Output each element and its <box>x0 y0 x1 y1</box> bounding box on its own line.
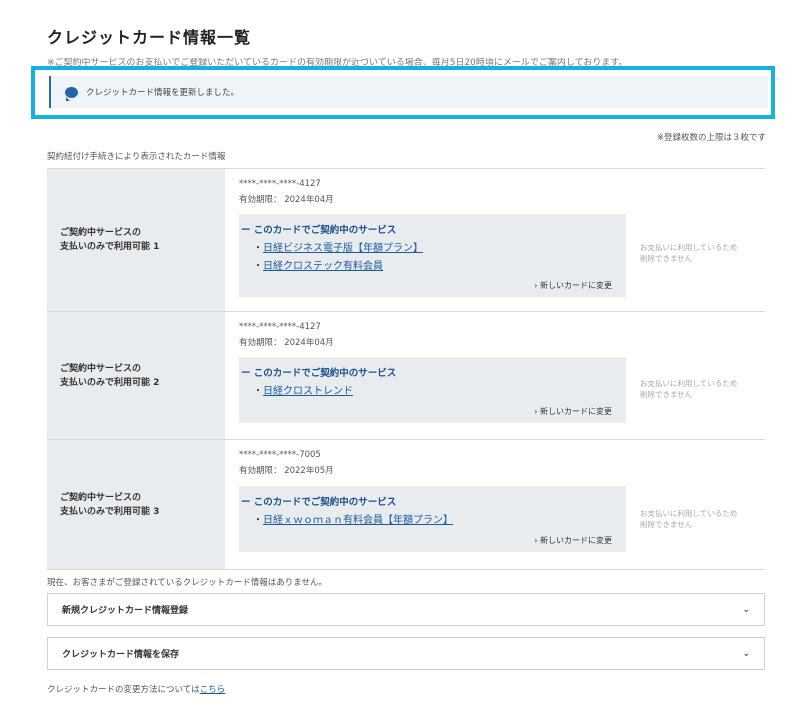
card-row: ご契約中サービスの 支払いのみで利用可能 1 ****-****-****-41… <box>47 169 765 312</box>
cannot-delete-line2: 削除できません <box>640 390 693 399</box>
cannot-delete-line2: 削除できません <box>640 520 693 529</box>
footer-text: クレジットカードの変更方法については <box>47 685 200 695</box>
page-title: クレジットカード情報一覧 <box>47 28 252 47</box>
accordion-label: 新規クレジットカード情報登録 <box>62 606 189 616</box>
cannot-delete-note: お支払いに利用しているため 削除できません <box>640 378 737 400</box>
cannot-delete-note: お支払いに利用しているため 削除できません <box>640 242 737 264</box>
card-number: ****-****-****-7005 <box>239 450 321 460</box>
cannot-delete-note: お支払いに利用しているため 削除できません <box>640 508 737 530</box>
service-list: ・日経ビジネス電子版【年額プラン】 ・日経クロステック有料会員 <box>239 240 626 276</box>
change-card-link[interactable]: › 新しいカードに変更 <box>534 535 612 546</box>
card-limit-note: ※登録枚数の上限は３枚です <box>656 133 766 143</box>
card-row-header-line2: 支払いのみで利用可能 2 <box>60 377 160 388</box>
cannot-delete-line1: お支払いに利用しているため <box>640 509 738 518</box>
service-link[interactable]: 日経クロステック有料会員 <box>263 261 383 272</box>
card-row-header-line1: ご契約中サービスの <box>60 363 142 374</box>
services-box: ー このカードでご契約中のサービス ・日経クロストレンド › 新しいカードに変更 <box>239 357 626 423</box>
card-row-header-line2: 支払いのみで利用可能 3 <box>60 506 160 517</box>
speech-bubble-icon <box>65 86 78 101</box>
service-link[interactable]: 日経クロストレンド <box>263 386 353 397</box>
card-row-header-line1: ご契約中サービスの <box>60 492 142 503</box>
card-number: ****-****-****-4127 <box>239 179 321 189</box>
services-heading: ー このカードでご契約中のサービス <box>241 225 397 236</box>
service-item: ・日経クロステック有料会員 <box>253 261 383 272</box>
chevron-down-icon: ⌄ <box>742 604 750 615</box>
service-list: ・日経ｘｗｏｍａｎ有料会員【年額プラン】 <box>239 512 626 530</box>
card-row-body: ****-****-****-7005 有効期限： 2022年05月 ー このカ… <box>225 440 765 569</box>
service-link[interactable]: 日経ｘｗｏｍａｎ有料会員【年額プラン】 <box>263 515 453 526</box>
chevron-down-icon: ⌄ <box>742 648 750 659</box>
cannot-delete-line1: お支払いに利用しているため <box>640 379 738 388</box>
card-row: ご契約中サービスの 支払いのみで利用可能 2 ****-****-****-41… <box>47 312 765 440</box>
card-expiry: 有効期限： 2024年04月 <box>239 195 334 205</box>
card-row-body: ****-****-****-4127 有効期限： 2024年04月 ー このカ… <box>225 312 765 439</box>
card-row-header: ご契約中サービスの 支払いのみで利用可能 3 <box>47 440 225 569</box>
card-row-header: ご契約中サービスの 支払いのみで利用可能 2 <box>47 312 225 439</box>
service-item: ・日経ｘｗｏｍａｎ有料会員【年額プラン】 <box>253 515 453 526</box>
card-row-header-line2: 支払いのみで利用可能 1 <box>60 242 160 252</box>
card-table: ご契約中サービスの 支払いのみで利用可能 1 ****-****-****-41… <box>47 168 765 570</box>
card-row-header: ご契約中サービスの 支払いのみで利用可能 1 <box>47 169 225 311</box>
service-item: ・日経ビジネス電子版【年額プラン】 <box>253 243 423 254</box>
cannot-delete-line2: 削除できません <box>640 254 693 263</box>
change-card-link[interactable]: › 新しいカードに変更 <box>534 280 612 291</box>
card-number: ****-****-****-4127 <box>239 322 321 332</box>
card-expiry: 有効期限： 2024年04月 <box>239 338 334 348</box>
card-row-header-line1: ご契約中サービスの <box>60 228 142 238</box>
card-row-body: ****-****-****-4127 有効期限： 2024年04月 ー このカ… <box>225 169 765 311</box>
alert-message-box: クレジットカード情報を更新しました。 <box>49 76 768 108</box>
card-expiry: 有効期限： 2022年05月 <box>239 466 334 476</box>
accordion-new-card[interactable]: 新規クレジットカード情報登録 ⌄ <box>47 593 765 626</box>
update-alert: クレジットカード情報を更新しました。 <box>31 66 775 119</box>
services-box: ー このカードでご契約中のサービス ・日経ビジネス電子版【年額プラン】 ・日経ク… <box>239 214 626 297</box>
services-heading: ー このカードでご契約中のサービス <box>241 497 397 508</box>
services-heading: ー このカードでご契約中のサービス <box>241 368 397 379</box>
service-list: ・日経クロストレンド <box>239 383 626 401</box>
accordion-save-card[interactable]: クレジットカード情報を保存 ⌄ <box>47 637 765 670</box>
alert-message: クレジットカード情報を更新しました。 <box>86 88 240 98</box>
footer-note: クレジットカードの変更方法についてはこちら <box>47 683 225 695</box>
card-row: ご契約中サービスの 支払いのみで利用可能 3 ****-****-****-70… <box>47 440 765 570</box>
section-label: 契約紐付け手続きにより表示されたカード情報 <box>47 152 226 162</box>
change-card-link[interactable]: › 新しいカードに変更 <box>534 406 612 417</box>
cannot-delete-line1: お支払いに利用しているため <box>640 243 738 252</box>
service-item: ・日経クロストレンド <box>253 386 353 397</box>
service-link[interactable]: 日経ビジネス電子版【年額プラン】 <box>263 243 423 254</box>
accordion-label: クレジットカード情報を保存 <box>62 650 180 660</box>
footer-link[interactable]: こちら <box>200 685 226 695</box>
services-box: ー このカードでご契約中のサービス ・日経ｘｗｏｍａｎ有料会員【年額プラン】 ›… <box>239 486 626 552</box>
no-card-text: 現在、お客さまがご登録されているクレジットカード情報はありません。 <box>47 578 327 588</box>
